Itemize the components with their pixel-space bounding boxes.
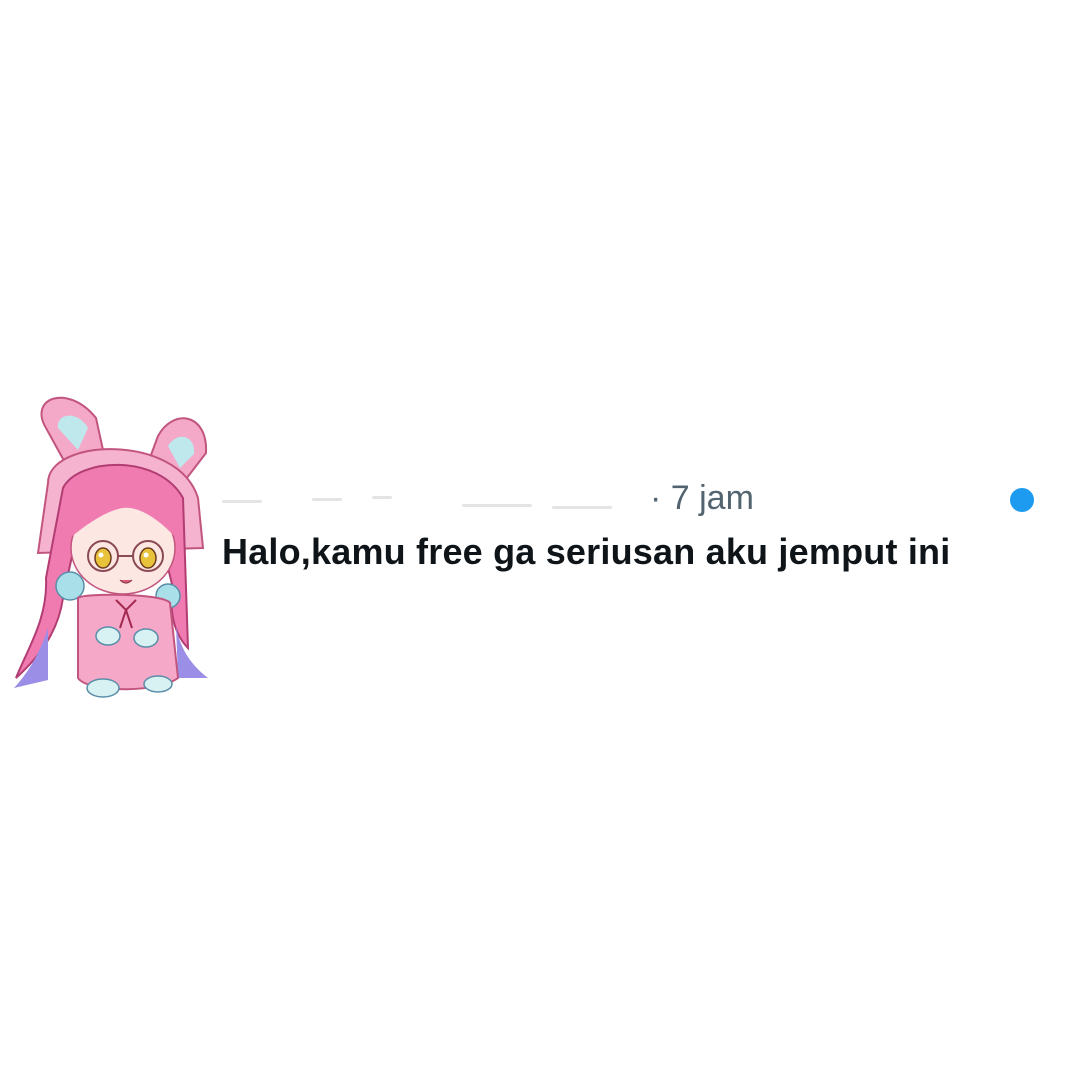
- dm-screen: · 7 jam Halo,kamu free ga seriusan aku j…: [0, 0, 1080, 1080]
- avatar[interactable]: [8, 388, 218, 700]
- redacted-username: [222, 494, 642, 510]
- conversation-row[interactable]: · 7 jam Halo,kamu free ga seriusan aku j…: [0, 380, 1080, 710]
- message-preview[interactable]: Halo,kamu free ga seriusan aku jemput in…: [222, 528, 982, 576]
- unread-indicator-icon: [1010, 488, 1034, 512]
- message-meta: · 7 jam: [222, 476, 982, 520]
- message-timestamp: · 7 jam: [650, 479, 754, 517]
